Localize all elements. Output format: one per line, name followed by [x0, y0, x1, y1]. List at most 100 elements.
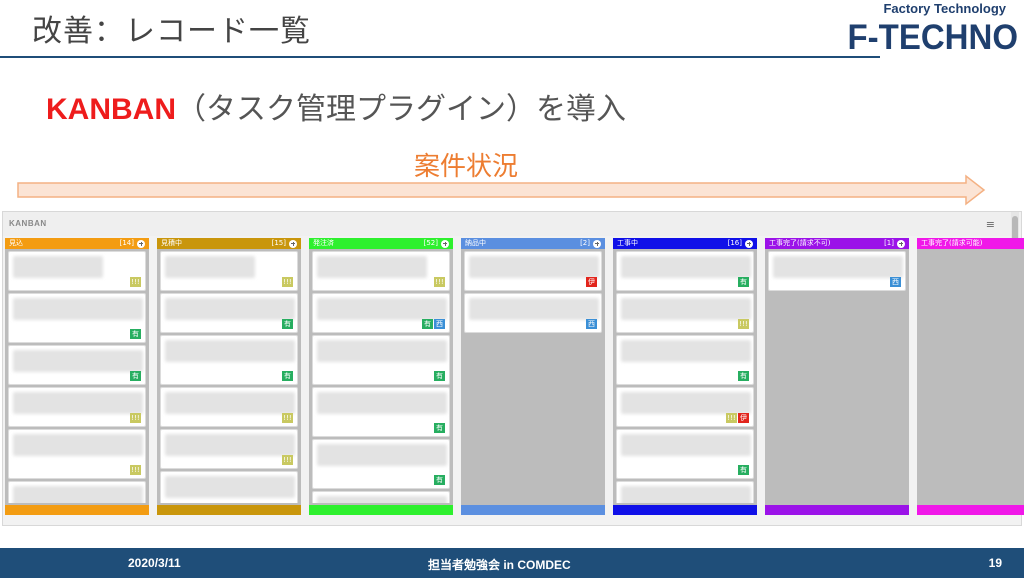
card-tag-badge: 西 [434, 319, 445, 329]
card-tags: !!! [282, 455, 293, 465]
add-card-icon[interactable] [593, 239, 601, 248]
column-title: 工事完了(請求不可) [769, 239, 831, 247]
kanban-card[interactable] [312, 491, 450, 503]
column-count-group: [15] [272, 238, 297, 249]
card-list: !!! 有有!!!!!! [5, 249, 149, 503]
card-list: !!! 有有!!!!!! [157, 249, 301, 503]
redacted-card-text [621, 340, 751, 362]
add-card-icon[interactable] [137, 239, 145, 248]
column-footer [765, 505, 909, 515]
redacted-card-text [165, 476, 295, 498]
kanban-card[interactable]: !!! [312, 251, 450, 291]
kanban-card[interactable] [616, 481, 754, 503]
card-list: 伊西 [461, 249, 605, 503]
add-card-icon[interactable] [897, 239, 905, 248]
card-tags: 有西 [422, 319, 445, 329]
card-tag-badge: 有 [738, 277, 749, 287]
card-tag-badge: !!! [726, 413, 737, 423]
kanban-card[interactable]: 有 [312, 439, 450, 489]
card-tag-badge: !!! [282, 277, 293, 287]
redacted-card-text [13, 392, 143, 414]
card-tags: 有 [738, 371, 749, 381]
progress-arrow-icon [17, 174, 986, 206]
redacted-card-text [165, 298, 295, 320]
kanban-column: 工事中 [16] 有!!! 有!!! 伊有 [613, 238, 757, 515]
kanban-card[interactable]: 有西 [312, 293, 450, 333]
add-card-icon[interactable] [745, 239, 753, 248]
card-tag-badge: 有 [738, 371, 749, 381]
redacted-card-text [317, 256, 427, 278]
redacted-card-text [13, 434, 143, 456]
column-count-group: [16] [728, 238, 753, 249]
redacted-card-text [621, 434, 751, 456]
card-tag-badge: !!! [282, 413, 293, 423]
redacted-card-text [469, 256, 599, 278]
logo-tagline: Factory Technology [883, 1, 1006, 16]
heading-accent: KANBAN [46, 93, 176, 126]
kanban-card[interactable] [8, 481, 146, 503]
add-card-icon[interactable] [441, 239, 449, 248]
kanban-card[interactable]: !!! [8, 429, 146, 479]
card-tags: 有 [738, 465, 749, 475]
kanban-card[interactable]: 有 [160, 293, 298, 333]
card-tag-badge: !!! [738, 319, 749, 329]
logo: F-TECHNO [847, 16, 1018, 57]
kanban-card[interactable]: !!! 伊 [616, 387, 754, 427]
kanban-card[interactable]: 西 [464, 293, 602, 333]
heading-text: （タスク管理プラグイン）を導入 [176, 92, 626, 127]
kanban-card[interactable]: !!! [616, 293, 754, 333]
column-title: 見込 [9, 239, 23, 247]
kanban-card[interactable]: 有 [616, 335, 754, 385]
column-title: 見積中 [161, 239, 182, 247]
page-number: 19 [988, 556, 1002, 570]
kanban-toolbar: KANBAN ≡ [3, 212, 1013, 236]
kanban-card[interactable]: !!! [160, 251, 298, 291]
kanban-card[interactable]: 有 [8, 345, 146, 385]
card-tag-badge: !!! [130, 413, 141, 423]
redacted-card-text [317, 298, 447, 320]
column-count: [14] [119, 239, 134, 247]
kanban-card[interactable]: !!! [160, 429, 298, 469]
kanban-card[interactable]: 有 [616, 429, 754, 479]
card-list: !!! 有西有有有 [309, 249, 453, 503]
kanban-card[interactable]: 有 [312, 335, 450, 385]
kanban-card[interactable]: 西 [768, 251, 906, 291]
column-header: 見込 [14] [5, 238, 149, 249]
kanban-name: KANBAN [9, 219, 47, 228]
slide-heading: KANBAN（タスク管理プラグイン）を導入 [46, 84, 626, 128]
kanban-card[interactable]: !!! [8, 251, 146, 291]
column-footer [917, 505, 1024, 515]
column-footer [613, 505, 757, 515]
kanban-card[interactable]: 有 [160, 335, 298, 385]
kanban-card[interactable]: 有 [8, 293, 146, 343]
redacted-card-text [621, 392, 751, 414]
kanban-card[interactable] [160, 471, 298, 503]
card-list: 西 [765, 249, 909, 503]
column-title: 納品中 [465, 239, 486, 247]
kanban-column: 見積中 [15]!!! 有有!!!!!! [157, 238, 301, 515]
kanban-card[interactable]: 有 [616, 251, 754, 291]
card-tag-badge: 有 [434, 423, 445, 433]
card-tags: 有 [434, 423, 445, 433]
card-tag-badge: 有 [282, 371, 293, 381]
slide-footer: 2020/3/11 担当者勉強会 in COMDEC 19 [0, 548, 1024, 578]
card-tag-badge: 伊 [738, 413, 749, 423]
kanban-card[interactable]: 伊 [464, 251, 602, 291]
column-count-group: [14] [120, 238, 145, 249]
redacted-card-text [317, 340, 447, 362]
redacted-card-text [621, 298, 751, 320]
column-count: [2] [580, 239, 590, 247]
card-tags: !!! [738, 319, 749, 329]
card-tag-badge: !!! [282, 455, 293, 465]
kanban-card[interactable]: !!! [160, 387, 298, 427]
add-card-icon[interactable] [289, 239, 297, 248]
hamburger-icon[interactable]: ≡ [986, 218, 995, 231]
column-title: 工事中 [617, 239, 638, 247]
kanban-card[interactable]: !!! [8, 387, 146, 427]
redacted-card-text [317, 444, 447, 466]
kanban-card[interactable]: 有 [312, 387, 450, 437]
redacted-card-text [13, 298, 143, 320]
redacted-card-text [165, 434, 295, 456]
card-tags: !!! 伊 [726, 413, 749, 423]
card-tag-badge: 有 [282, 319, 293, 329]
